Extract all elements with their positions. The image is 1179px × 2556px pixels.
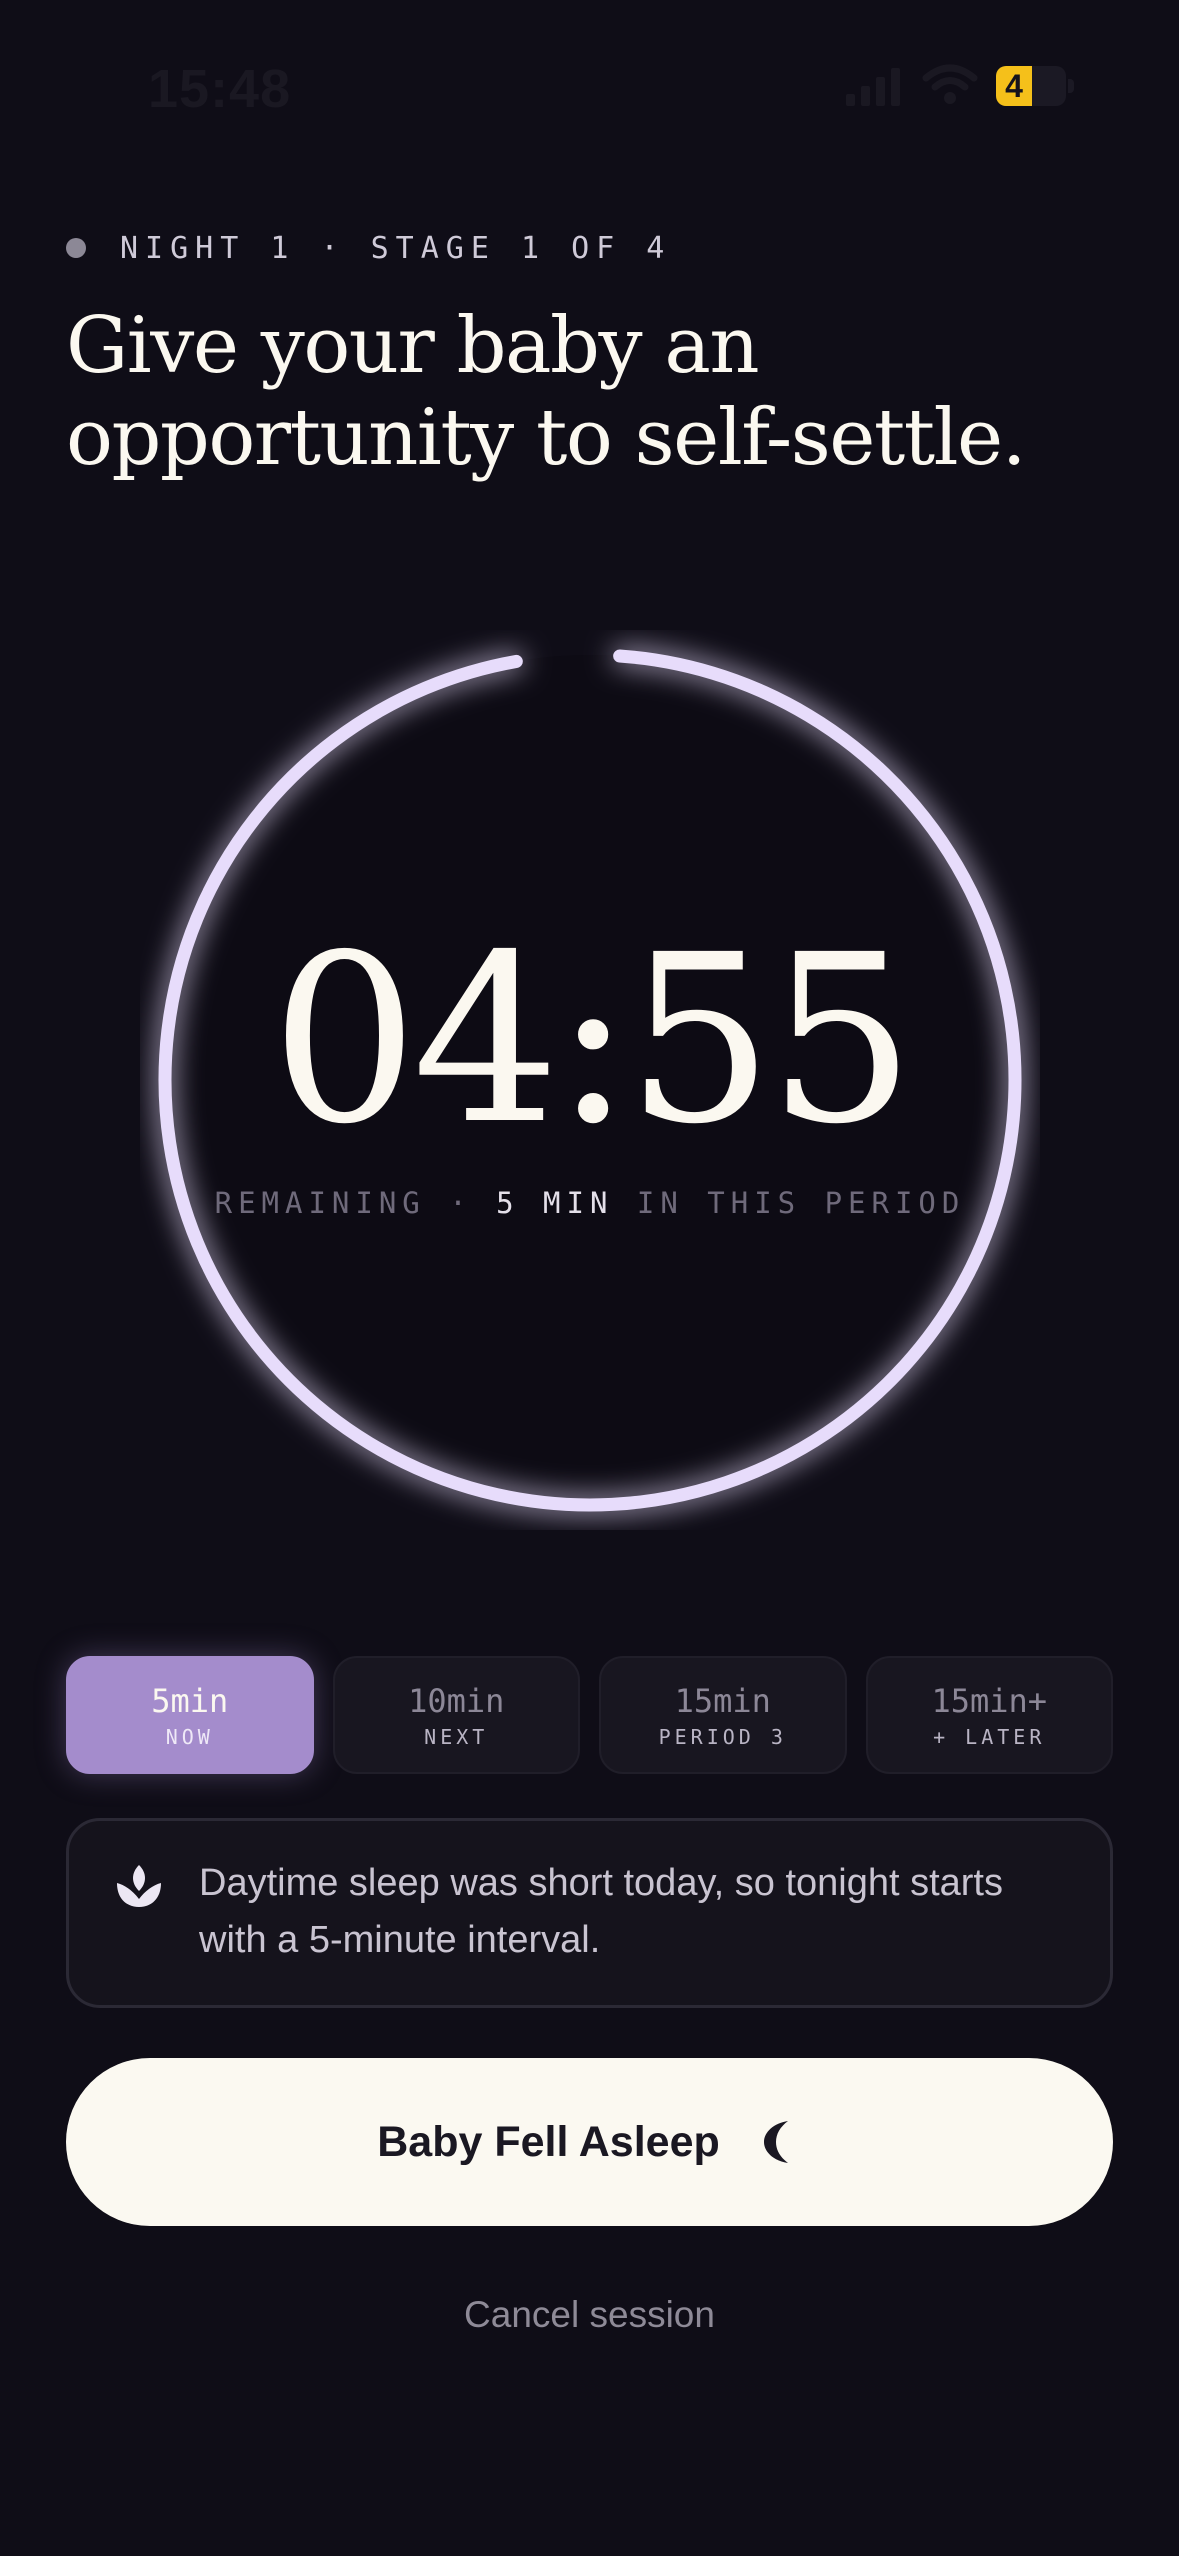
button-label: Baby Fell Asleep	[377, 2117, 720, 2166]
status-bar: 15:48 4	[0, 0, 1179, 170]
interval-chip-period-3[interactable]: 15min PERIOD 3	[599, 1656, 847, 1774]
baby-fell-asleep-button[interactable]: Baby Fell Asleep	[66, 2058, 1113, 2226]
timer-caption: REMAINING · 5 MIN IN THIS PERIOD	[140, 1186, 1040, 1220]
lotus-icon	[117, 1865, 161, 1907]
interval-value: 10min	[408, 1682, 505, 1720]
interval-chip-later[interactable]: 15min+ + LATER	[865, 1656, 1113, 1774]
cellular-signal-icon	[846, 68, 900, 106]
cancel-session-link[interactable]: Cancel session	[0, 2294, 1179, 2336]
interval-schedule: 5min NOW 10min NEXT 15min PERIOD 3 15min…	[66, 1656, 1113, 1774]
interval-chip-next[interactable]: 10min NEXT	[332, 1656, 580, 1774]
timer-caption-suffix: IN THIS PERIOD	[613, 1186, 966, 1220]
interval-label: NEXT	[424, 1725, 489, 1749]
stage-indicator: NIGHT 1 · STAGE 1 OF 4	[66, 226, 671, 270]
interval-value: 15min+	[931, 1682, 1048, 1720]
headline-line-2: opportunity to self-settle.	[66, 393, 1027, 483]
timer-caption-highlight: 5 MIN	[496, 1186, 614, 1220]
battery-icon: 4	[996, 66, 1076, 106]
interval-value: 5min	[151, 1682, 229, 1720]
interval-value: 15min	[674, 1682, 771, 1720]
interval-label: + LATER	[933, 1725, 1046, 1749]
info-card: Daytime sleep was short today, so tonigh…	[66, 1818, 1113, 2008]
interval-chip-now[interactable]: 5min NOW	[66, 1656, 314, 1774]
stage-label: NIGHT 1 · STAGE 1 OF 4	[120, 230, 672, 266]
timer-caption-prefix: REMAINING ·	[214, 1186, 497, 1220]
countdown-timer: 04:55 REMAINING · 5 MIN IN THIS PERIOD	[140, 630, 1040, 1530]
stage-dot-icon	[66, 238, 86, 258]
interval-label: PERIOD 3	[658, 1725, 787, 1749]
timer-value: 04:55	[270, 905, 916, 1175]
page-title: Give your baby an opportunity to self-se…	[66, 300, 1146, 484]
status-time: 15:48	[148, 59, 292, 119]
battery-level: 4	[996, 66, 1032, 106]
moon-icon	[763, 2121, 788, 2163]
info-text: Daytime sleep was short today, so tonigh…	[199, 1862, 1003, 1961]
interval-label: NOW	[165, 1725, 214, 1749]
headline-line-1: Give your baby an	[66, 301, 760, 391]
wifi-icon	[922, 64, 978, 104]
